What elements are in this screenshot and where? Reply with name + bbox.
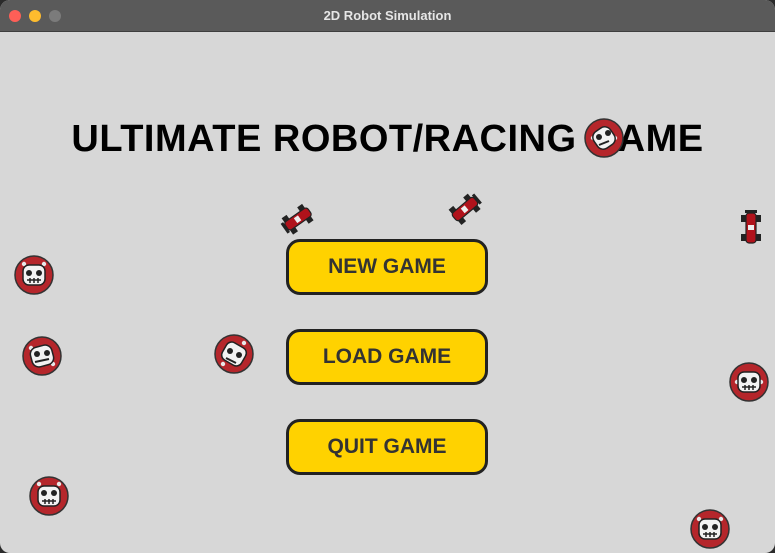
game-title: ULTIMATE ROBOT/RACING GAME bbox=[71, 118, 704, 160]
race-car-icon bbox=[741, 210, 761, 244]
quit-game-button[interactable]: QUIT GAME bbox=[286, 419, 488, 475]
race-car-icon bbox=[448, 193, 482, 226]
race-car-icon bbox=[280, 203, 314, 235]
load-game-button[interactable]: LOAD GAME bbox=[286, 329, 488, 385]
robot-skull-icon bbox=[14, 255, 54, 295]
robot-skull-icon bbox=[690, 509, 730, 549]
new-game-button[interactable]: NEW GAME bbox=[286, 239, 488, 295]
game-window: 2D Robot Simulation ULTIMATE ROBOT/RACIN… bbox=[0, 0, 775, 553]
robot-skull-icon bbox=[214, 334, 254, 374]
robot-skull-icon bbox=[22, 336, 62, 376]
game-canvas: ULTIMATE ROBOT/RACING GAME NEW GAME LOAD… bbox=[0, 32, 775, 553]
robot-skull-icon bbox=[729, 362, 769, 402]
title-bar[interactable]: 2D Robot Simulation bbox=[0, 0, 775, 32]
robot-skull-icon bbox=[584, 118, 624, 158]
robot-skull-icon bbox=[29, 476, 69, 516]
window-title: 2D Robot Simulation bbox=[323, 8, 452, 23]
